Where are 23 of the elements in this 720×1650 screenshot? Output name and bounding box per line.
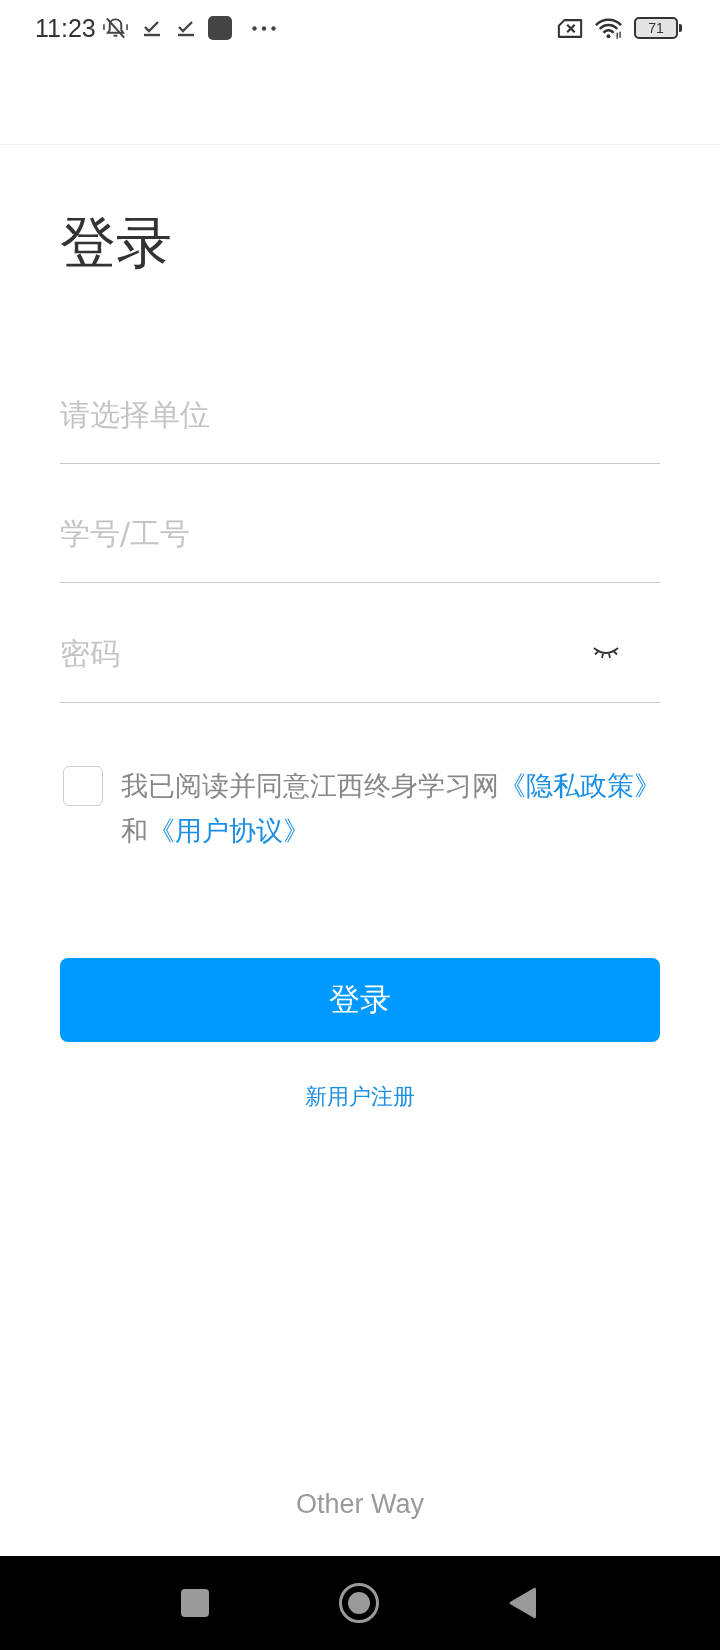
no-sim-icon xyxy=(557,18,583,38)
document-link[interactable]: 《隐私政策》 xyxy=(499,769,661,801)
muted-bell-icon xyxy=(102,16,128,40)
select-field[interactable]: 请选择单位 xyxy=(60,394,660,464)
password-field[interactable]: 密码 xyxy=(60,633,660,703)
agreement-text: 我已阅读并同意江西终身学习网《隐私政策》 和《用户协议》 xyxy=(121,768,662,848)
document-link[interactable]: 《用户协议》 xyxy=(148,814,310,846)
agreement-checkbox[interactable] xyxy=(63,765,103,806)
wifi-icon xyxy=(594,17,623,39)
tick-icon xyxy=(142,19,161,37)
tick-icon xyxy=(176,19,195,37)
status-time: 11:23 xyxy=(35,13,96,43)
back-icon[interactable] xyxy=(509,1586,536,1620)
login-button[interactable]: 登录 xyxy=(60,957,660,1042)
rounded-square-icon xyxy=(207,16,232,40)
battery-percentage: 71 xyxy=(648,20,664,36)
more-icon xyxy=(251,25,276,31)
home-icon[interactable] xyxy=(339,1583,379,1623)
register-link[interactable]: 新用户注册 xyxy=(305,1081,415,1112)
closed-eye-icon[interactable] xyxy=(592,645,620,661)
other-way-link[interactable]: Other Way xyxy=(296,1487,424,1521)
input-field[interactable]: 学号/工号 xyxy=(60,513,660,583)
page-title: 登录 xyxy=(60,209,172,277)
